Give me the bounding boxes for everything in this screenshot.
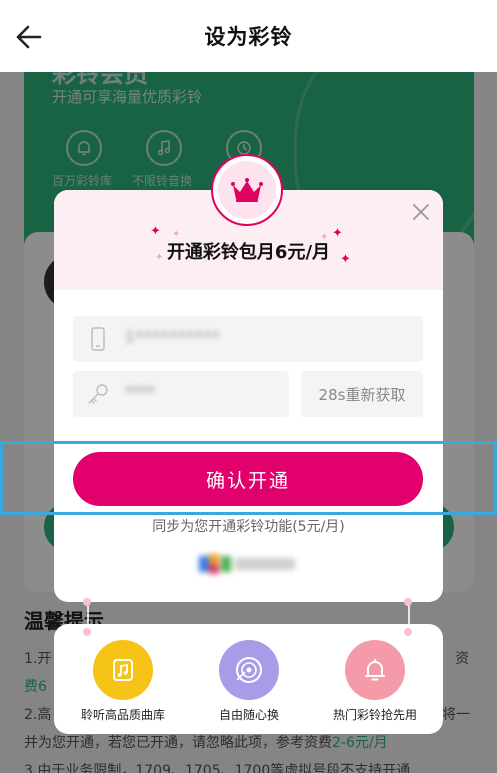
benefit-item: 热门彩铃抢先用 — [310, 634, 440, 734]
resend-code-button[interactable]: 28s重新获取 — [301, 371, 423, 417]
app-header: 设为彩铃 — [0, 0, 497, 72]
music-library-icon — [93, 640, 153, 700]
bell-icon — [345, 640, 405, 700]
benefits-panel: 聆听高品质曲库 自由随心换 热门彩铃抢先用 — [54, 624, 443, 734]
sparkle-icon: ✦ — [340, 252, 351, 267]
benefit-item: 自由随心换 — [184, 634, 314, 734]
crown-icon — [231, 178, 263, 202]
crown-badge — [211, 154, 283, 226]
phone-number-value: 1********** — [125, 328, 221, 346]
benefit-label: 聆听高品质曲库 — [80, 708, 165, 722]
phone-icon — [91, 327, 105, 351]
subscribe-dialog: 开通彩铃包月6元/月 1********** **** 28s重新获取 确认开通… — [54, 190, 443, 602]
sparkle-icon: ✦ — [332, 226, 343, 241]
key-icon — [88, 384, 108, 404]
sync-notice: 同步为您开通彩铃功能(5元/月) — [152, 519, 345, 535]
sparkle-icon: ✦ — [320, 232, 329, 243]
vinyl-record-icon — [219, 640, 279, 700]
dialog-title: 开通彩铃包月6元/月 — [166, 242, 331, 263]
page-title: 设为彩铃 — [204, 25, 293, 49]
highlight-frame — [0, 441, 497, 515]
benefit-label: 自由随心换 — [218, 708, 279, 722]
phone-number-input[interactable]: 1********** — [73, 316, 423, 362]
benefit-item: 聆听高品质曲库 — [58, 634, 188, 734]
sparkle-icon: ✦ — [172, 229, 181, 240]
benefit-label: 热门彩铃抢先用 — [332, 708, 417, 722]
close-icon[interactable] — [411, 202, 431, 222]
back-arrow-icon[interactable] — [14, 22, 44, 52]
sparkle-icon: ✦ — [150, 224, 161, 239]
sparkle-icon: ✦ — [155, 252, 164, 263]
verification-code-value: **** — [125, 383, 155, 401]
verification-code-input[interactable]: **** — [73, 371, 289, 417]
operator-logo — [199, 554, 295, 574]
